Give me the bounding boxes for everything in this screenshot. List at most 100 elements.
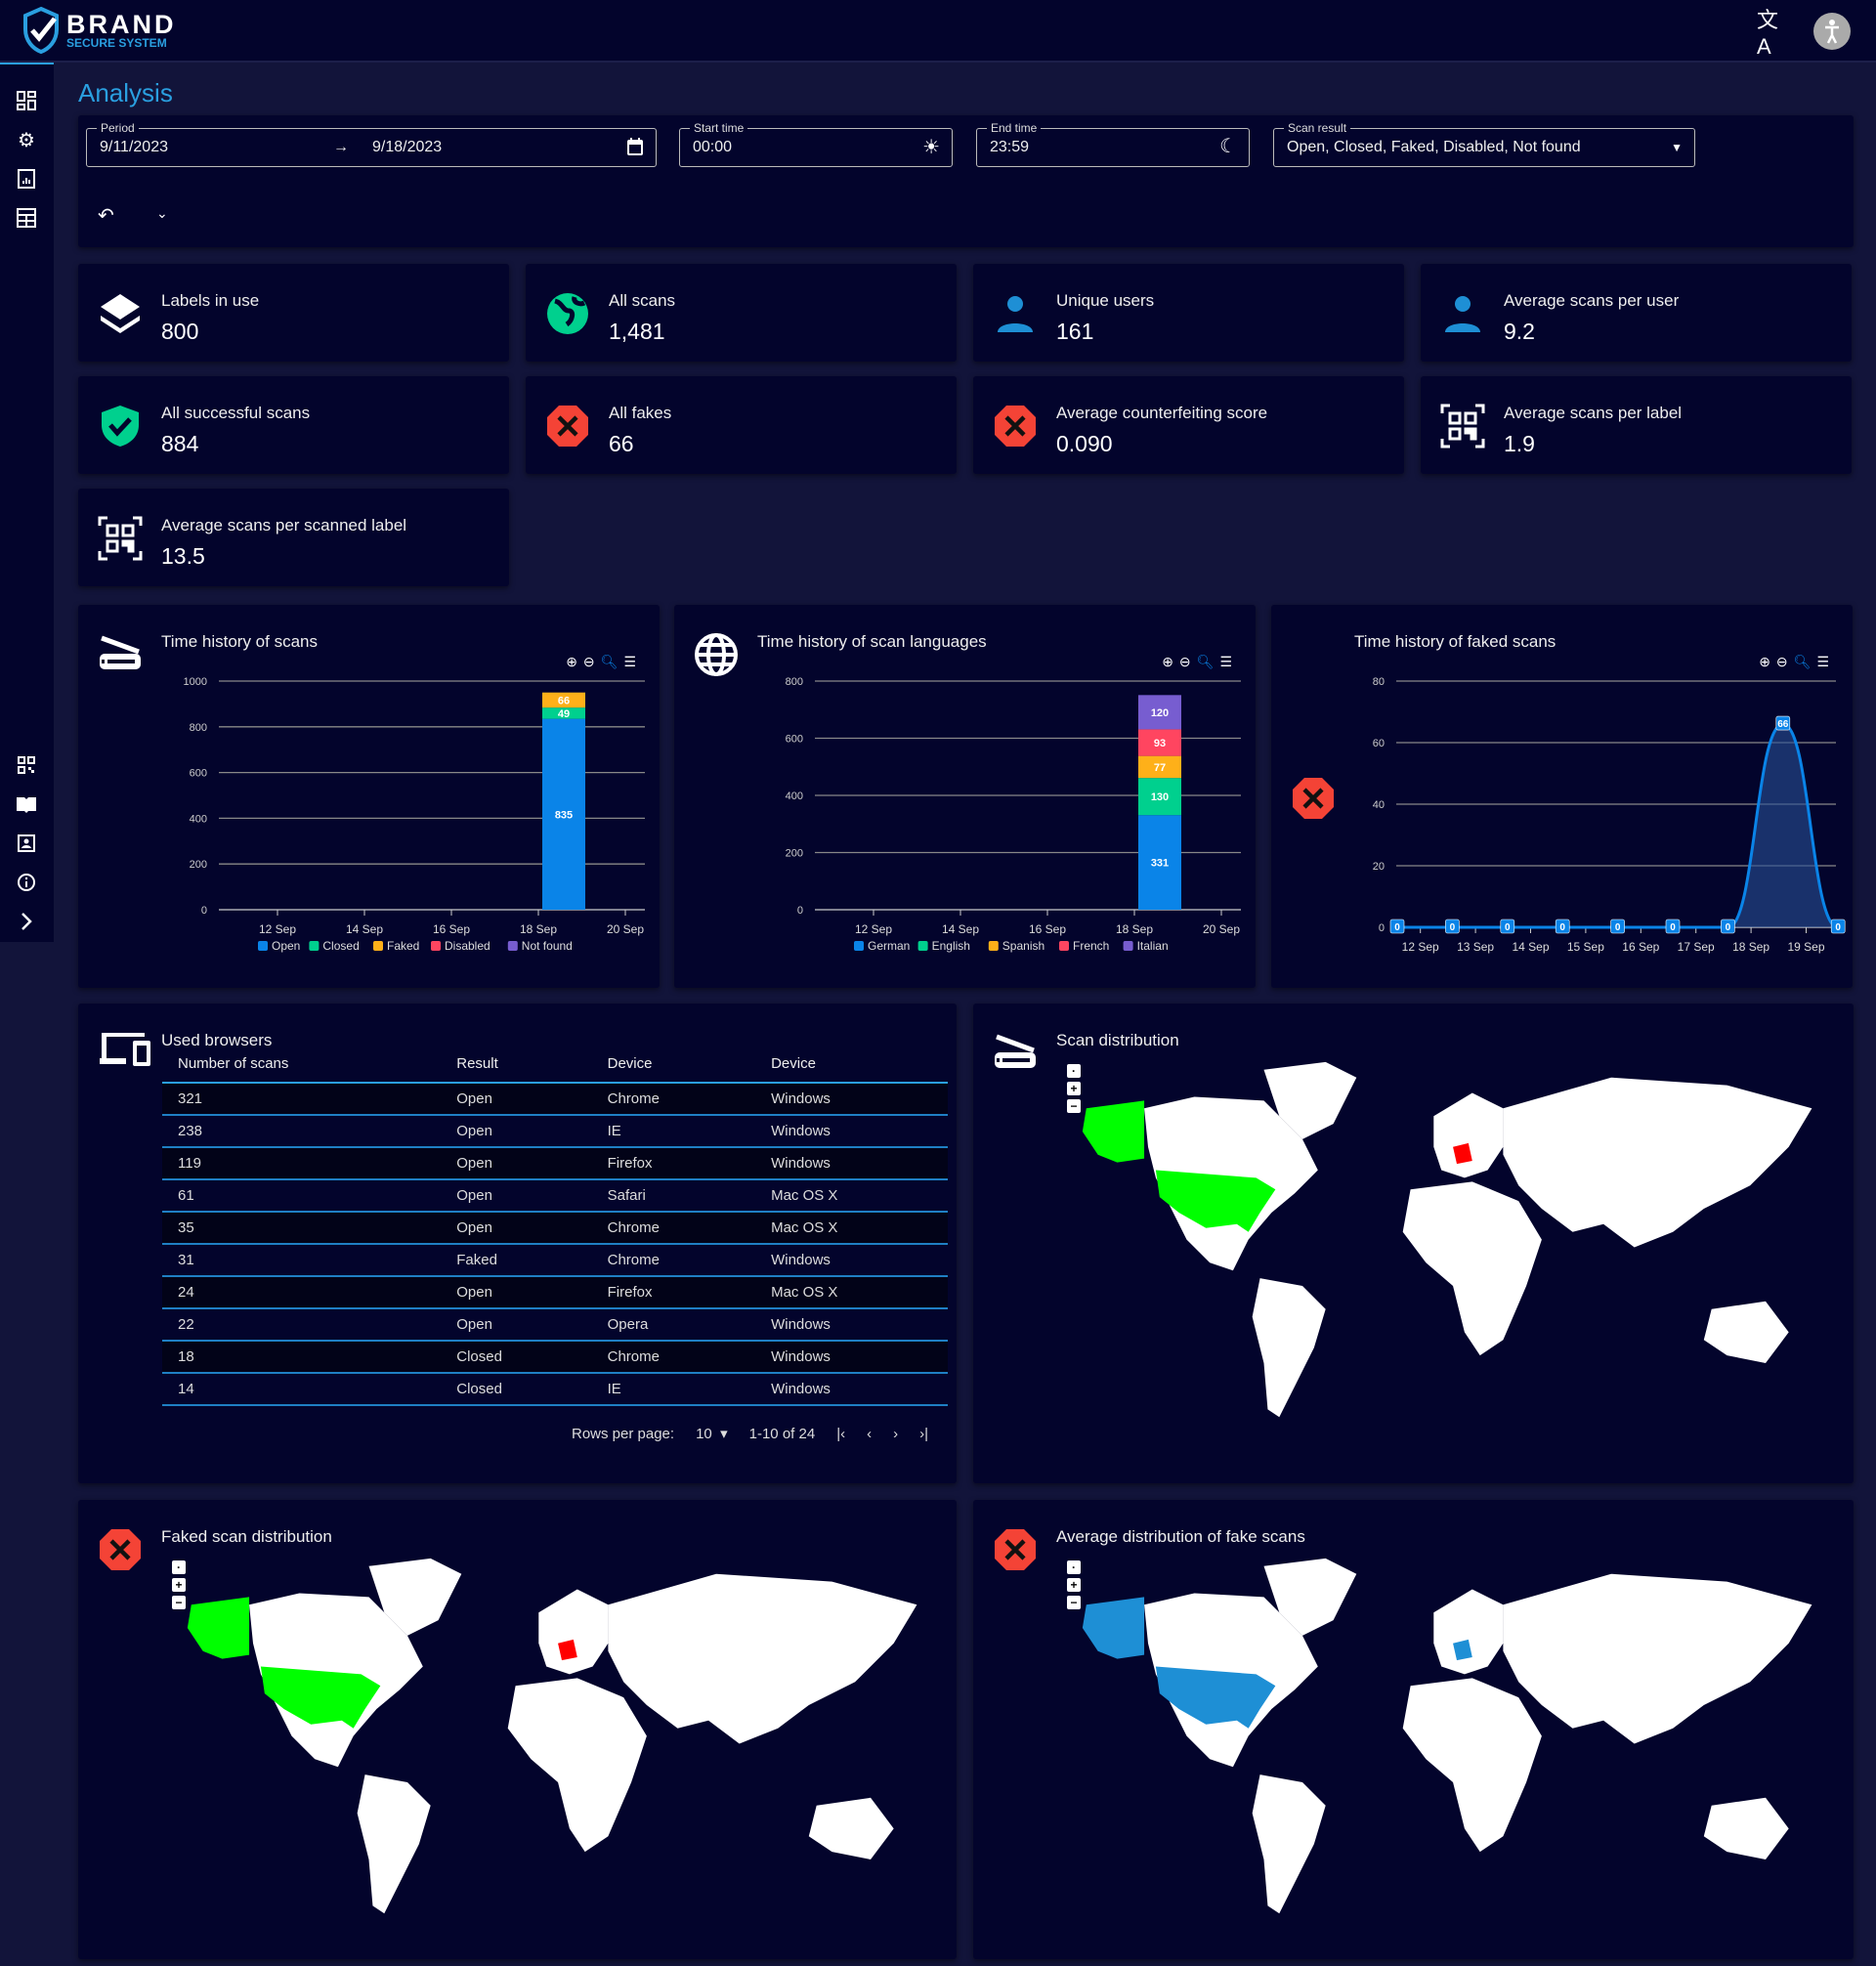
stat-card: All fakes 66 xyxy=(526,376,957,474)
legend-swatch xyxy=(507,941,518,951)
legend-swatch xyxy=(431,941,441,951)
world-map[interactable] xyxy=(1071,1551,1843,1937)
table-row[interactable]: 22 Open Opera Windows xyxy=(162,1308,948,1342)
legend-swatch xyxy=(1059,941,1069,951)
map-card: Average distribution of fake scans · + − xyxy=(973,1500,1854,1959)
expand-chevron-icon[interactable] xyxy=(14,909,39,934)
first-page-icon[interactable]: |‹ xyxy=(836,1426,845,1442)
previous-page-icon[interactable]: ‹ xyxy=(867,1426,872,1442)
world-map[interactable] xyxy=(176,1551,948,1937)
stat-card: Average scans per scanned label 13.5 xyxy=(78,489,509,586)
x-tick-label: 16 Sep xyxy=(1029,922,1066,936)
period-range-input[interactable]: Period 9/11/2023 → 9/18/2023 xyxy=(86,121,657,167)
expand-chevron-down-icon[interactable]: ⌄ xyxy=(156,205,168,222)
accessibility-avatar-icon[interactable] xyxy=(1813,13,1851,50)
table-icon[interactable] xyxy=(14,205,39,231)
table-row[interactable]: 238 Open IE Windows xyxy=(162,1115,948,1148)
y-tick-label: 600 xyxy=(190,768,207,780)
data-label: 835 xyxy=(555,809,573,821)
x-tick-label: 12 Sep xyxy=(1402,940,1439,954)
data-label: 0 xyxy=(1615,922,1621,933)
book-icon[interactable] xyxy=(14,791,39,817)
table-cell: 14 xyxy=(162,1373,442,1406)
table-cell: 119 xyxy=(162,1147,442,1180)
table-cell: Firefox xyxy=(591,1276,756,1309)
y-tick-label: 60 xyxy=(1373,738,1385,749)
devices-icon xyxy=(98,1031,152,1073)
next-page-icon[interactable]: › xyxy=(893,1426,898,1442)
used-browsers-card: Used browsers Number of scans Result Devic… xyxy=(78,1004,957,1483)
x-tick-label: 14 Sep xyxy=(942,922,979,936)
data-label: 49 xyxy=(558,708,570,720)
scanner-icon xyxy=(993,1031,1038,1075)
table-cell: Windows xyxy=(755,1308,948,1342)
last-page-icon[interactable]: ›| xyxy=(919,1426,928,1442)
sun-icon[interactable]: ☀ xyxy=(922,135,940,159)
table-cell: Windows xyxy=(755,1083,948,1116)
y-tick-label: 400 xyxy=(190,813,207,825)
scan-result-select[interactable]: Scan result Open, Closed, Faked, Disable… xyxy=(1273,121,1695,167)
column-header[interactable]: Device xyxy=(591,1046,756,1084)
info-icon[interactable] xyxy=(14,870,39,895)
x-tick-label: 14 Sep xyxy=(1512,940,1549,954)
moon-icon[interactable]: ☾ xyxy=(1219,134,1237,158)
report-icon[interactable] xyxy=(14,166,39,192)
table-cell: IE xyxy=(591,1373,756,1406)
table-cell: Closed xyxy=(441,1341,592,1374)
data-label: 0 xyxy=(1505,922,1511,933)
column-header[interactable]: Device xyxy=(755,1046,948,1084)
y-tick-label: 800 xyxy=(786,676,803,688)
y-tick-label: 0 xyxy=(797,905,803,917)
y-tick-label: 1000 xyxy=(184,676,207,688)
table-cell: 31 xyxy=(162,1244,442,1277)
error-octagon-icon xyxy=(545,404,590,449)
table-row[interactable]: 14 Closed IE Windows xyxy=(162,1373,948,1406)
x-tick-label: 18 Sep xyxy=(520,922,557,936)
table-row[interactable]: 24 Open Firefox Mac OS X xyxy=(162,1276,948,1309)
table-row[interactable]: 321 Open Chrome Windows xyxy=(162,1083,948,1116)
data-label: 66 xyxy=(558,695,570,706)
table-cell: 22 xyxy=(162,1308,442,1342)
table-row[interactable]: 18 Closed Chrome Windows xyxy=(162,1341,948,1374)
x-tick-label: 16 Sep xyxy=(433,922,470,936)
data-label: 331 xyxy=(1151,858,1169,870)
qr-code-icon[interactable] xyxy=(14,752,39,778)
stat-card: Average scans per label 1.9 xyxy=(1421,376,1852,474)
rows-per-page-select[interactable]: 10 ▾ xyxy=(696,1425,728,1442)
table-row[interactable]: 119 Open Firefox Windows xyxy=(162,1147,948,1180)
table-cell: Faked xyxy=(441,1244,592,1277)
sidebar: ⚙ xyxy=(0,63,54,942)
reset-undo-icon[interactable]: ↶ xyxy=(98,203,114,228)
translate-icon[interactable]: 文A xyxy=(1757,8,1792,59)
table-cell: Mac OS X xyxy=(755,1276,948,1309)
table-row[interactable]: 35 Open Chrome Mac OS X xyxy=(162,1212,948,1245)
legend-swatch xyxy=(309,941,320,951)
column-header[interactable]: Number of scans xyxy=(162,1046,442,1084)
dropdown-arrow-icon[interactable]: ▼ xyxy=(1671,141,1683,154)
contacts-icon[interactable] xyxy=(14,831,39,856)
chart-plot: 0 200 400 600 800 12 Sep 14 Sep 16 Sep 18 Sep 20 … xyxy=(786,676,1241,953)
column-header[interactable]: Result xyxy=(441,1046,592,1084)
x-tick-label: 16 Sep xyxy=(1622,940,1659,954)
table-cell: Windows xyxy=(755,1244,948,1277)
world-map[interactable] xyxy=(1071,1054,1843,1440)
table-cell: Mac OS X xyxy=(755,1212,948,1245)
table-cell: 238 xyxy=(162,1115,442,1148)
x-tick-label: 20 Sep xyxy=(1203,922,1240,936)
settings-icon[interactable]: ⚙ xyxy=(14,127,39,152)
stat-card: All successful scans 884 xyxy=(78,376,509,474)
table-row[interactable]: 61 Open Safari Mac OS X xyxy=(162,1179,948,1213)
legend-label: French xyxy=(1073,939,1109,953)
dashboard-icon[interactable] xyxy=(14,88,39,113)
brand-logo[interactable]: BRAND SECURE SYSTEM xyxy=(21,6,177,55)
table-cell: 18 xyxy=(162,1341,442,1374)
table-row[interactable]: 31 Faked Chrome Windows xyxy=(162,1244,948,1277)
calendar-icon[interactable] xyxy=(626,137,644,161)
start-time-input[interactable]: Start time 00:00 ☀ xyxy=(679,121,953,167)
table-cell: Opera xyxy=(591,1308,756,1342)
end-time-input[interactable]: End time 23:59 ☾ xyxy=(976,121,1250,167)
table-cell: 321 xyxy=(162,1083,442,1116)
legend-label: Italian xyxy=(1137,939,1169,953)
legend-label: German xyxy=(868,939,910,953)
user-icon xyxy=(1440,291,1485,336)
